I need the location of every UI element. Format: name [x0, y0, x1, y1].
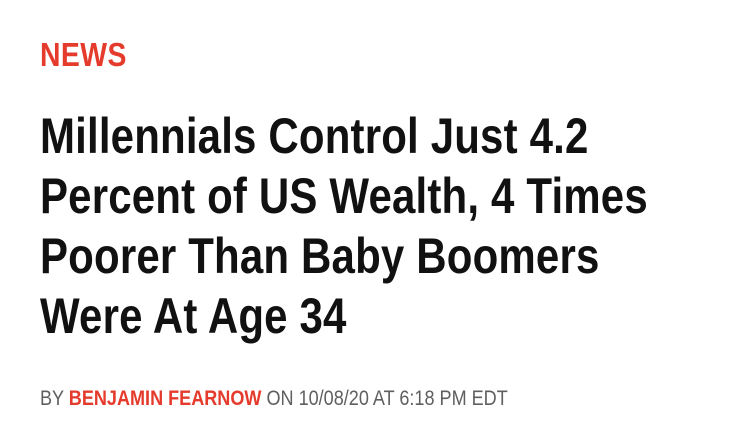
category-tag[interactable]: NEWS: [40, 36, 633, 74]
author-link[interactable]: BENJAMIN FEARNOW: [69, 387, 262, 410]
byline-at: AT: [372, 387, 395, 410]
headline: Millennials Control Just 4.2 Percent of …: [40, 108, 648, 344]
byline-prefix: BY: [40, 387, 64, 410]
publish-date: 10/08/20: [298, 387, 369, 410]
byline-on: ON: [266, 387, 294, 410]
byline: BY BENJAMIN FEARNOW ON 10/08/20 AT 6:18 …: [40, 386, 625, 412]
publish-time: 6:18 PM EDT: [399, 387, 508, 410]
article-header: NEWS Millennials Control Just 4.2 Percen…: [40, 36, 730, 412]
